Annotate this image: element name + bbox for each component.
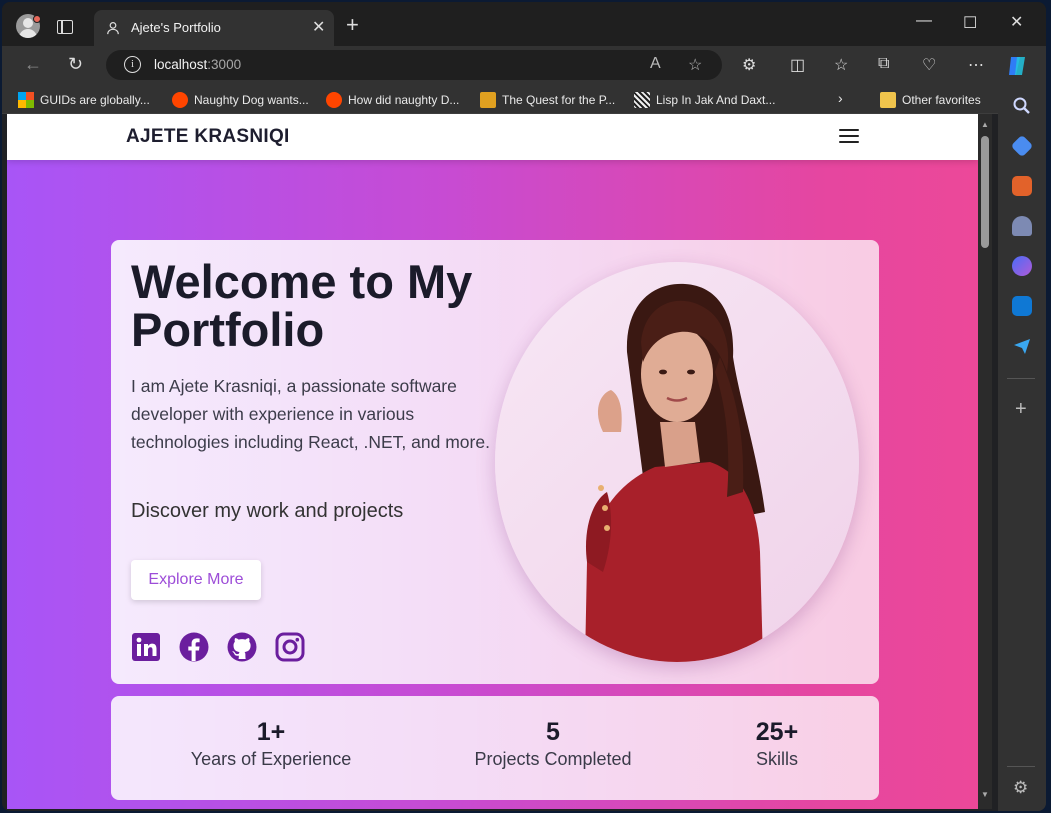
new-tab-icon[interactable]: + [346,12,359,38]
instagram-icon[interactable] [275,632,305,662]
linkedin-icon[interactable] [131,632,161,662]
reddit-icon [326,92,342,108]
person-icon [107,21,119,35]
maximize-icon[interactable]: ☐ [963,13,977,33]
search-icon[interactable] [1012,96,1032,116]
copilot-sidebar-icon[interactable] [1012,256,1032,276]
site-info-icon[interactable]: i [124,56,141,73]
microsoft-icon [18,92,34,108]
profile-notification-dot [33,15,41,23]
sidebar-divider [1007,766,1035,767]
stat-label: Projects Completed [474,749,632,769]
site-navbar: AJETE KRASNIQI [7,114,978,160]
folder-icon [880,92,896,108]
tab-actions-icon[interactable] [57,20,73,34]
back-icon[interactable]: ← [24,54,42,75]
profile-photo [495,262,859,662]
stats-card: 1+ Years of Experience 5 Projects Comple… [111,696,879,800]
address-bar[interactable]: i localhost:3000 A ☆ [106,50,722,80]
hamburger-menu-icon[interactable] [839,129,859,145]
explore-more-button[interactable]: Explore More [131,560,261,600]
close-window-icon[interactable]: ✕ [1010,12,1023,32]
send-icon[interactable] [1012,336,1032,356]
collections-icon[interactable]: ⧉ [878,55,889,73]
stat-label: Years of Experience [190,749,352,769]
scroll-thumb[interactable] [981,136,989,248]
title-bar: Ajete's Portfolio ✕ + — ☐ ✕ [2,2,1046,46]
bookmark-item[interactable]: GUIDs are globally... [18,92,150,108]
toolbar: ← ↻ i localhost:3000 A ☆ ⚙ ◫ ☆ ⧉ ♡ ⋯ [2,46,1046,86]
other-favorites-folder[interactable]: Other favorites [880,92,981,108]
page-scrollbar[interactable]: ▲ ▼ [978,114,992,809]
sidebar-settings-icon[interactable]: ⚙ [1013,778,1028,798]
hero-card: Welcome to My Portfolio I am Ajete Krasn… [111,240,879,684]
hero-description: I am Ajete Krasniqi, a passionate softwa… [131,376,490,452]
stat-value: 1+ [256,718,286,746]
bookmark-item[interactable]: How did naughty D... [326,92,459,108]
portrait-illustration [585,283,765,662]
browser-essentials-icon[interactable]: ♡ [922,55,936,75]
sidebar-divider [1007,378,1035,379]
hero-subtitle: Discover my work and projects [131,500,404,522]
close-tab-icon[interactable]: ✕ [312,17,325,37]
edge-sidebar: + ⚙ [998,86,1046,811]
games-icon[interactable] [1012,216,1032,236]
chevron-right-icon[interactable]: › [838,90,843,106]
url-text: localhost:3000 [154,57,242,72]
copilot-icon[interactable] [1005,54,1029,78]
bookmark-item[interactable]: The Quest for the P... [480,92,615,108]
hero-title: Welcome to My Portfolio [131,255,473,356]
tab-active[interactable]: Ajete's Portfolio ✕ [94,10,334,46]
bird-icon [480,92,496,108]
scroll-down-icon[interactable]: ▼ [981,790,989,799]
stat-projects: 5 Projects Completed [443,718,663,770]
scroll-up-icon[interactable]: ▲ [981,120,989,129]
pattern-icon [634,92,650,108]
site-brand[interactable]: AJETE KRASNIQI [126,126,290,148]
reddit-icon [172,92,188,108]
favorites-icon[interactable]: ☆ [834,55,848,75]
favorite-star-icon[interactable]: ☆ [688,55,702,75]
outlook-icon[interactable] [1012,296,1032,316]
stat-label: Skills [755,749,798,769]
stat-value: 25+ [755,718,799,746]
tools-icon[interactable] [1012,176,1032,196]
stat-skills: 25+ Skills [667,718,887,770]
read-aloud-icon[interactable]: A [650,55,661,73]
tab-title: Ajete's Portfolio [131,20,221,35]
facebook-icon[interactable] [179,632,209,662]
more-menu-icon[interactable]: ⋯ [968,55,984,75]
stat-years: 1+ Years of Experience [161,718,381,770]
stat-value: 5 [546,718,560,746]
extensions-icon[interactable]: ⚙ [742,55,756,75]
page-viewport: AJETE KRASNIQI Welcome to My Portfolio I… [7,114,978,809]
bookmark-item[interactable]: Naughty Dog wants... [172,92,309,108]
github-icon[interactable] [227,632,257,662]
bookmark-item[interactable]: Lisp In Jak And Daxt... [634,92,775,108]
add-sidebar-app-icon[interactable]: + [1015,398,1027,421]
minimize-icon[interactable]: — [916,12,932,30]
bookmarks-bar: GUIDs are globally... Naughty Dog wants.… [2,86,1046,114]
split-screen-icon[interactable]: ◫ [790,55,805,75]
shopping-tag-icon[interactable] [1010,134,1034,158]
refresh-icon[interactable]: ↻ [68,54,83,75]
